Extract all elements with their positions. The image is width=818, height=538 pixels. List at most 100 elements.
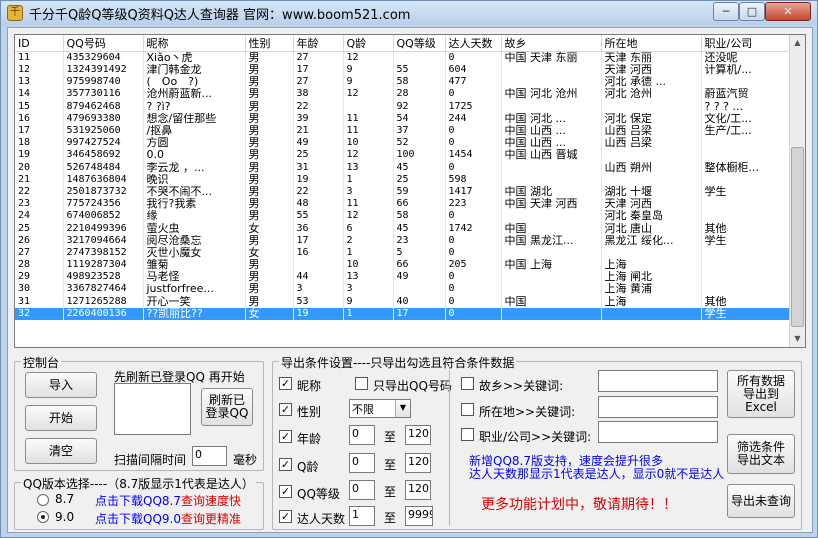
age-from-input[interactable]: 0: [349, 425, 375, 445]
table-cell: 59: [393, 185, 446, 199]
table-cell: [701, 246, 792, 259]
table-cell: 58: [393, 210, 446, 223]
column-header[interactable]: Q龄: [343, 35, 394, 52]
job-keyword-input[interactable]: [598, 421, 718, 443]
column-header[interactable]: 性别: [245, 35, 294, 52]
table-row[interactable]: 13 975998740 (￣Oo￣?) 男 27 9 58 477 河北 承德 ...: [15, 76, 792, 89]
minimize-button[interactable]: ─: [713, 2, 739, 21]
table-row[interactable]: 12 1324391492 津门韩金龙男 17 9 55 604 天津 河西 计算机/...: [15, 64, 792, 77]
table-cell: 54: [393, 112, 446, 125]
hometown-keyword-input[interactable]: [598, 370, 718, 392]
table-row[interactable]: 30 3367827464 justforfree... 男 3 3 0 上海 黄浦: [15, 283, 792, 296]
column-header[interactable]: 年龄: [293, 35, 344, 52]
table-cell: 男: [245, 161, 294, 174]
location-checkbox[interactable]: [461, 403, 474, 416]
days-from-input[interactable]: 1: [349, 506, 375, 526]
scroll-down-arrow-icon[interactable]: ▼: [790, 331, 805, 347]
qage-to-input[interactable]: 120: [405, 453, 431, 473]
scan-interval-input[interactable]: 0: [192, 446, 227, 466]
only-qq-checkbox[interactable]: [355, 377, 368, 390]
table-row[interactable]: 20 526748484 李云龙 ，... 男 31 13 45 0 山西 朔州 整体橱柜...: [15, 161, 792, 174]
table-row[interactable]: 27 2747398152 灭世小魔女女 16 1 5 0: [15, 246, 792, 259]
gender-select[interactable]: 不限 ▼: [349, 399, 411, 418]
table-cell: 天津 河西: [601, 198, 702, 211]
gender-checkbox[interactable]: ✓: [279, 403, 292, 416]
qage-from-input[interactable]: 0: [349, 453, 375, 473]
table-row[interactable]: 21 1487636804 晚识男 19 1 25 598: [15, 173, 792, 186]
export-unqueried-button[interactable]: 导出未查询: [727, 484, 795, 518]
download-qq90-link[interactable]: 点击下载QQ9.0: [95, 510, 181, 527]
table-row[interactable]: 24 674006852 缘男 55 12 58 0 河北 秦皇岛: [15, 210, 792, 223]
start-button[interactable]: 开始: [25, 405, 97, 431]
nickname-checkbox[interactable]: ✓: [279, 377, 292, 390]
qage-checkbox[interactable]: ✓: [279, 458, 292, 471]
table-row[interactable]: 17 531925060/抠鼻男 21 11 37 0 中国 山西 ... 山西 吕梁 生产/工…: [15, 124, 792, 138]
title-bar[interactable]: 千 千分千Q龄Q等级Q资料Q达人查询器 官网：www.boom521.com ─…: [1, 1, 817, 25]
table-row[interactable]: 28 1119287304 雏菊男 10 66 205 中国 上海 上海: [15, 259, 792, 272]
table-cell: 55: [393, 64, 446, 77]
grid-header-row: ID QQ号码 昵称 性别 年龄 Q龄 QQ等级 达人天数 故乡 所在地 职业/公司: [15, 35, 792, 52]
table-cell: 中国 天津 东丽: [501, 51, 602, 64]
download-qq87-link[interactable]: 点击下载QQ8.7: [95, 492, 181, 509]
scroll-up-arrow-icon[interactable]: ▲: [790, 35, 805, 51]
table-cell: 还没呢: [701, 51, 792, 64]
table-cell: 李云龙 ，...: [143, 161, 246, 174]
column-header[interactable]: ID: [15, 35, 64, 52]
table-row[interactable]: 25 2210499396 萤火虫女 36 6 45 1742 中国 河北 唐山 其他: [15, 222, 792, 235]
table-cell: 17: [293, 64, 344, 77]
hometown-checkbox[interactable]: [461, 377, 474, 390]
logged-in-qq-list[interactable]: [114, 383, 191, 435]
maximize-button[interactable]: □: [739, 2, 765, 21]
table-cell: 879462468: [63, 100, 144, 113]
table-row[interactable]: 23 775724356 我行?我素男 48 11 66 223 中国 天津 河西 天津 河西: [15, 198, 792, 211]
table-cell: 女: [245, 222, 294, 235]
table-row[interactable]: 32 2260400136 ??凯丽比?? 女 19 1 17 0 学生: [15, 307, 792, 320]
table-row[interactable]: 14 357730116 沧州蔚蓝新... 男 38 12 28 0 中国 河北 沧州 河北 沧州…: [15, 88, 792, 101]
table-row[interactable]: 19 346458692 0.0 男 25 12 100 1454 中国 山西 晋城: [15, 149, 792, 162]
column-header[interactable]: QQ号码: [63, 35, 144, 52]
column-header[interactable]: 达人天数: [445, 35, 502, 52]
clear-button[interactable]: 清空: [25, 438, 97, 464]
table-cell: 2: [343, 234, 394, 247]
days-to-input[interactable]: 9999: [405, 506, 433, 526]
table-cell: 9: [343, 64, 394, 77]
result-grid[interactable]: ID QQ号码 昵称 性别 年龄 Q龄 QQ等级 达人天数 故乡 所在地 职业/公司 11 43532…: [14, 34, 806, 348]
table-row[interactable]: 22 2501873732 不哭不闹不... 男 22 3 59 1417 中国 湖北 湖北 十堰…: [15, 185, 792, 199]
filter-export-text-button[interactable]: 筛选条件 导出文本: [727, 434, 795, 474]
column-header[interactable]: 所在地: [601, 35, 702, 52]
table-row[interactable]: 11 435329604 Xiǎo丶虎男 27 12 0 中国 天津 东丽 天津 东丽 还没呢: [15, 51, 792, 64]
level-checkbox[interactable]: ✓: [279, 485, 292, 498]
location-keyword-input[interactable]: [598, 396, 718, 418]
level-to-input[interactable]: 120: [405, 480, 431, 500]
table-row[interactable]: 16 479693380 想念/留住那些男 39 11 54 244 中国 河北 ... 河北 …: [15, 112, 792, 125]
table-cell: 中国 山西 晋城: [501, 149, 602, 162]
close-button[interactable]: ✕: [765, 2, 811, 21]
age-checkbox[interactable]: ✓: [279, 430, 292, 443]
scroll-thumb[interactable]: [791, 147, 804, 327]
import-button[interactable]: 导入: [25, 372, 97, 398]
column-header[interactable]: 故乡: [501, 35, 602, 52]
table-cell: 10: [343, 259, 394, 272]
days-checkbox[interactable]: ✓: [279, 510, 292, 523]
table-cell: [701, 259, 792, 272]
table-cell: 男: [245, 100, 294, 113]
export-all-excel-button[interactable]: 所有数据 导出到 Excel: [727, 370, 795, 418]
version-90-radio[interactable]: [37, 511, 49, 523]
table-row[interactable]: 15 879462468? ?ì? 男 22 92 1725 ? ? ? ...: [15, 100, 792, 113]
age-to-input[interactable]: 120: [405, 425, 431, 445]
column-header[interactable]: QQ等级: [393, 35, 446, 52]
chevron-down-icon[interactable]: ▼: [395, 400, 410, 417]
table-row[interactable]: 26 3217094664 阅尽沧桑忘男 17 2 23 0 中国 黑龙江... 黑龙江 绥化.…: [15, 234, 792, 247]
column-header[interactable]: 职业/公司: [701, 35, 792, 52]
level-from-input[interactable]: 0: [349, 480, 375, 500]
table-cell: 0: [445, 88, 502, 101]
table-cell: 17: [393, 307, 446, 320]
refresh-logged-in-qq-button[interactable]: 刷新已 登录QQ: [201, 388, 253, 426]
grid-vertical-scrollbar[interactable]: ▲ ▼: [789, 35, 805, 347]
table-row[interactable]: 31 1271265288 开心一笑男 53 9 40 0 中国 上海 其他: [15, 295, 792, 308]
version-87-radio[interactable]: [37, 494, 49, 506]
column-header[interactable]: 昵称: [143, 35, 246, 52]
table-row[interactable]: 29 498923528 马老怪男 44 13 49 0 上海 闸北: [15, 271, 792, 284]
job-checkbox[interactable]: [461, 428, 474, 441]
table-row[interactable]: 18 997427524 方圆男 49 10 52 0 中国 山西 ... 山西 吕梁: [15, 137, 792, 150]
